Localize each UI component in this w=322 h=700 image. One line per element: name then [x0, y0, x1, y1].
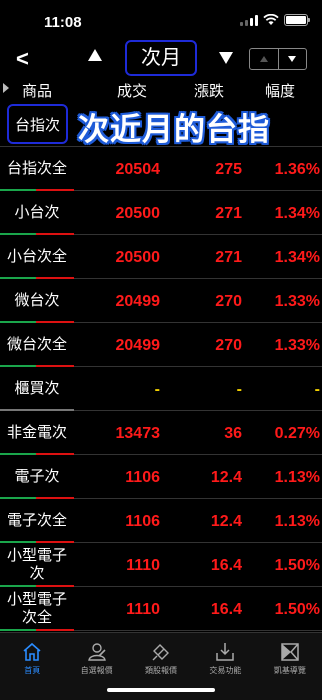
trade-icon — [214, 641, 236, 663]
expand-caret-icon[interactable] — [3, 83, 9, 93]
quote-row[interactable]: 電子次全 1106 12.4 1.13% — [0, 499, 322, 543]
tab-label: 凱基導覽 — [273, 666, 306, 675]
quote-pct: 1.34% — [274, 205, 320, 222]
quote-change: 275 — [215, 161, 242, 178]
quote-change: 36 — [224, 425, 242, 442]
quote-pct: 1.50% — [274, 601, 320, 618]
sector-icon — [150, 641, 172, 663]
cellular-signal-icon — [240, 14, 258, 26]
quote-pct: 1.36% — [274, 161, 320, 178]
quote-name: 小型電子次全 — [6, 591, 67, 626]
quote-rows: 台指次全 20504 275 1.36% 小台次 20500 271 1.34% 小台次全 205… — [0, 147, 322, 631]
next-contract-button[interactable] — [219, 52, 233, 64]
quote-change: 12.4 — [210, 469, 242, 486]
tab-label: 自選報價 — [80, 666, 113, 675]
nav-bar: < 次月 — [0, 40, 322, 78]
header-change[interactable]: 漲跌 — [194, 80, 224, 101]
quote-name: 小台次全 — [6, 248, 67, 265]
first-row-name[interactable]: 台指次 — [7, 104, 68, 144]
sort-toggle[interactable] — [249, 48, 307, 70]
quote-pct: 1.50% — [274, 557, 320, 574]
quote-price: 20500 — [115, 205, 161, 222]
previous-contract-button[interactable] — [88, 49, 102, 61]
quote-row[interactable]: 微台次全 20499 270 1.33% — [0, 323, 322, 367]
status-time: 11:08 — [44, 14, 82, 31]
watchlist-icon — [86, 641, 108, 663]
quote-name: 小台次 — [14, 204, 60, 221]
quote-price: 13473 — [115, 425, 161, 442]
quote-price: 20499 — [115, 337, 161, 354]
quote-change: 271 — [215, 249, 242, 266]
status-icons — [240, 14, 310, 26]
header-pct[interactable]: 幅度 — [265, 80, 295, 101]
quote-change: 271 — [215, 205, 242, 222]
quote-pct: 1.33% — [274, 337, 320, 354]
home-icon — [21, 641, 43, 663]
quote-pct: 1.13% — [274, 513, 320, 530]
quote-name: 微台次 — [14, 292, 60, 309]
volume-bar — [0, 629, 74, 631]
header-price[interactable]: 成交 — [117, 80, 147, 101]
triangle-up-icon — [259, 56, 268, 62]
quote-row[interactable]: 小台次全 20500 271 1.34% — [0, 235, 322, 279]
quote-row[interactable]: 微台次 20499 270 1.33% — [0, 279, 322, 323]
quote-change: 270 — [215, 337, 242, 354]
annotation-banner: 次近月的台指 — [78, 112, 270, 147]
quote-row[interactable]: 小台次 20500 271 1.34% — [0, 191, 322, 235]
tab-label: 類股報價 — [145, 666, 178, 675]
home-indicator — [107, 688, 215, 692]
quote-change: 16.4 — [210, 557, 242, 574]
quote-row[interactable]: 櫃買次 - - - — [0, 367, 322, 411]
quote-name: 微台次全 — [6, 336, 67, 353]
quote-price: 1106 — [125, 513, 160, 530]
quote-list: 台指次全 20504 275 1.36% 小台次 20500 271 1.34% 小台次全 205… — [0, 103, 322, 631]
quote-row[interactable]: 電子次 1106 12.4 1.13% — [0, 455, 322, 499]
quote-name: 電子次 — [14, 468, 60, 485]
quote-price: - — [154, 381, 160, 398]
wifi-icon — [263, 14, 279, 25]
quote-name: 櫃買次 — [14, 380, 60, 397]
quote-name: 電子次全 — [6, 512, 67, 529]
quote-change: 270 — [215, 293, 242, 310]
contract-month-title[interactable]: 次月 — [125, 40, 197, 76]
quote-name: 小型電子次 — [6, 547, 67, 582]
quote-pct: - — [314, 381, 320, 398]
quote-change: - — [236, 381, 242, 398]
quote-price: 1110 — [126, 557, 160, 574]
quote-row[interactable]: 非金電次 13473 36 0.27% — [0, 411, 322, 455]
tab-label: 交易功能 — [209, 666, 242, 675]
quote-pct: 1.34% — [274, 249, 320, 266]
tab-guide[interactable]: 凱基導覽 — [258, 633, 322, 700]
header-name[interactable]: 商品 — [22, 80, 52, 101]
quote-price: 1106 — [125, 469, 160, 486]
quote-row[interactable]: 小型電子次 1110 16.4 1.50% — [0, 543, 322, 587]
tab-home[interactable]: 首頁 — [0, 633, 64, 700]
quote-row[interactable]: 小型電子次全 1110 16.4 1.50% — [0, 587, 322, 631]
tab-label: 首頁 — [24, 666, 41, 675]
quote-row[interactable]: 台指次全 20504 275 1.36% — [0, 147, 322, 191]
quote-pct: 1.33% — [274, 293, 320, 310]
guide-icon — [279, 641, 301, 663]
quote-pct: 1.13% — [274, 469, 320, 486]
status-bar: 11:08 — [0, 0, 322, 40]
quote-price: 20504 — [115, 161, 161, 178]
quote-name: 非金電次 — [6, 424, 67, 441]
quote-price: 20499 — [115, 293, 161, 310]
quote-change: 12.4 — [210, 513, 242, 530]
battery-icon — [284, 14, 310, 26]
quote-price: 20500 — [115, 249, 161, 266]
quote-change: 16.4 — [210, 601, 242, 618]
quote-pct: 0.27% — [274, 425, 320, 442]
quote-price: 1110 — [126, 601, 160, 618]
table-header: 商品 成交 漲跌 幅度 — [0, 78, 322, 102]
back-button[interactable]: < — [16, 46, 29, 72]
sort-up-button[interactable] — [250, 49, 279, 69]
triangle-down-icon — [288, 56, 297, 62]
sort-down-button[interactable] — [279, 49, 307, 69]
quote-name: 台指次全 — [6, 160, 67, 177]
